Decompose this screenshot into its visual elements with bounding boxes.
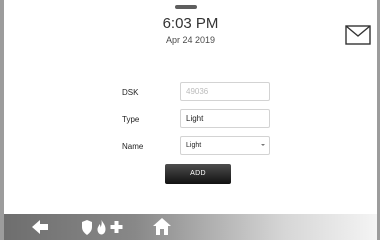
- dsk-label: DSK: [122, 88, 139, 97]
- name-select-value: Light: [186, 142, 202, 149]
- flame-icon[interactable]: [96, 214, 107, 240]
- house-icon[interactable]: [152, 214, 172, 240]
- name-select[interactable]: Light: [180, 136, 270, 155]
- add-button[interactable]: ADD: [165, 164, 231, 184]
- dsk-field[interactable]: 49036: [180, 82, 270, 101]
- name-label: Name: [122, 142, 144, 151]
- clock-date: Apr 24 2019: [165, 35, 216, 45]
- type-label: Type: [122, 115, 140, 124]
- bottom-nav-bar: [4, 214, 377, 240]
- panel-screen: 6:03 PM Apr 24 2019 DSK 49036 Type Light…: [4, 0, 377, 240]
- clock-time: 6:03 PM: [162, 15, 219, 32]
- envelope-icon[interactable]: [345, 25, 371, 45]
- pull-down-handle[interactable]: [175, 5, 197, 9]
- shield-icon[interactable]: [81, 214, 93, 240]
- cross-icon[interactable]: [110, 214, 123, 240]
- chevron-down-icon: [261, 144, 265, 146]
- type-field[interactable]: Light: [180, 109, 270, 128]
- arrow-left-icon[interactable]: [30, 214, 50, 240]
